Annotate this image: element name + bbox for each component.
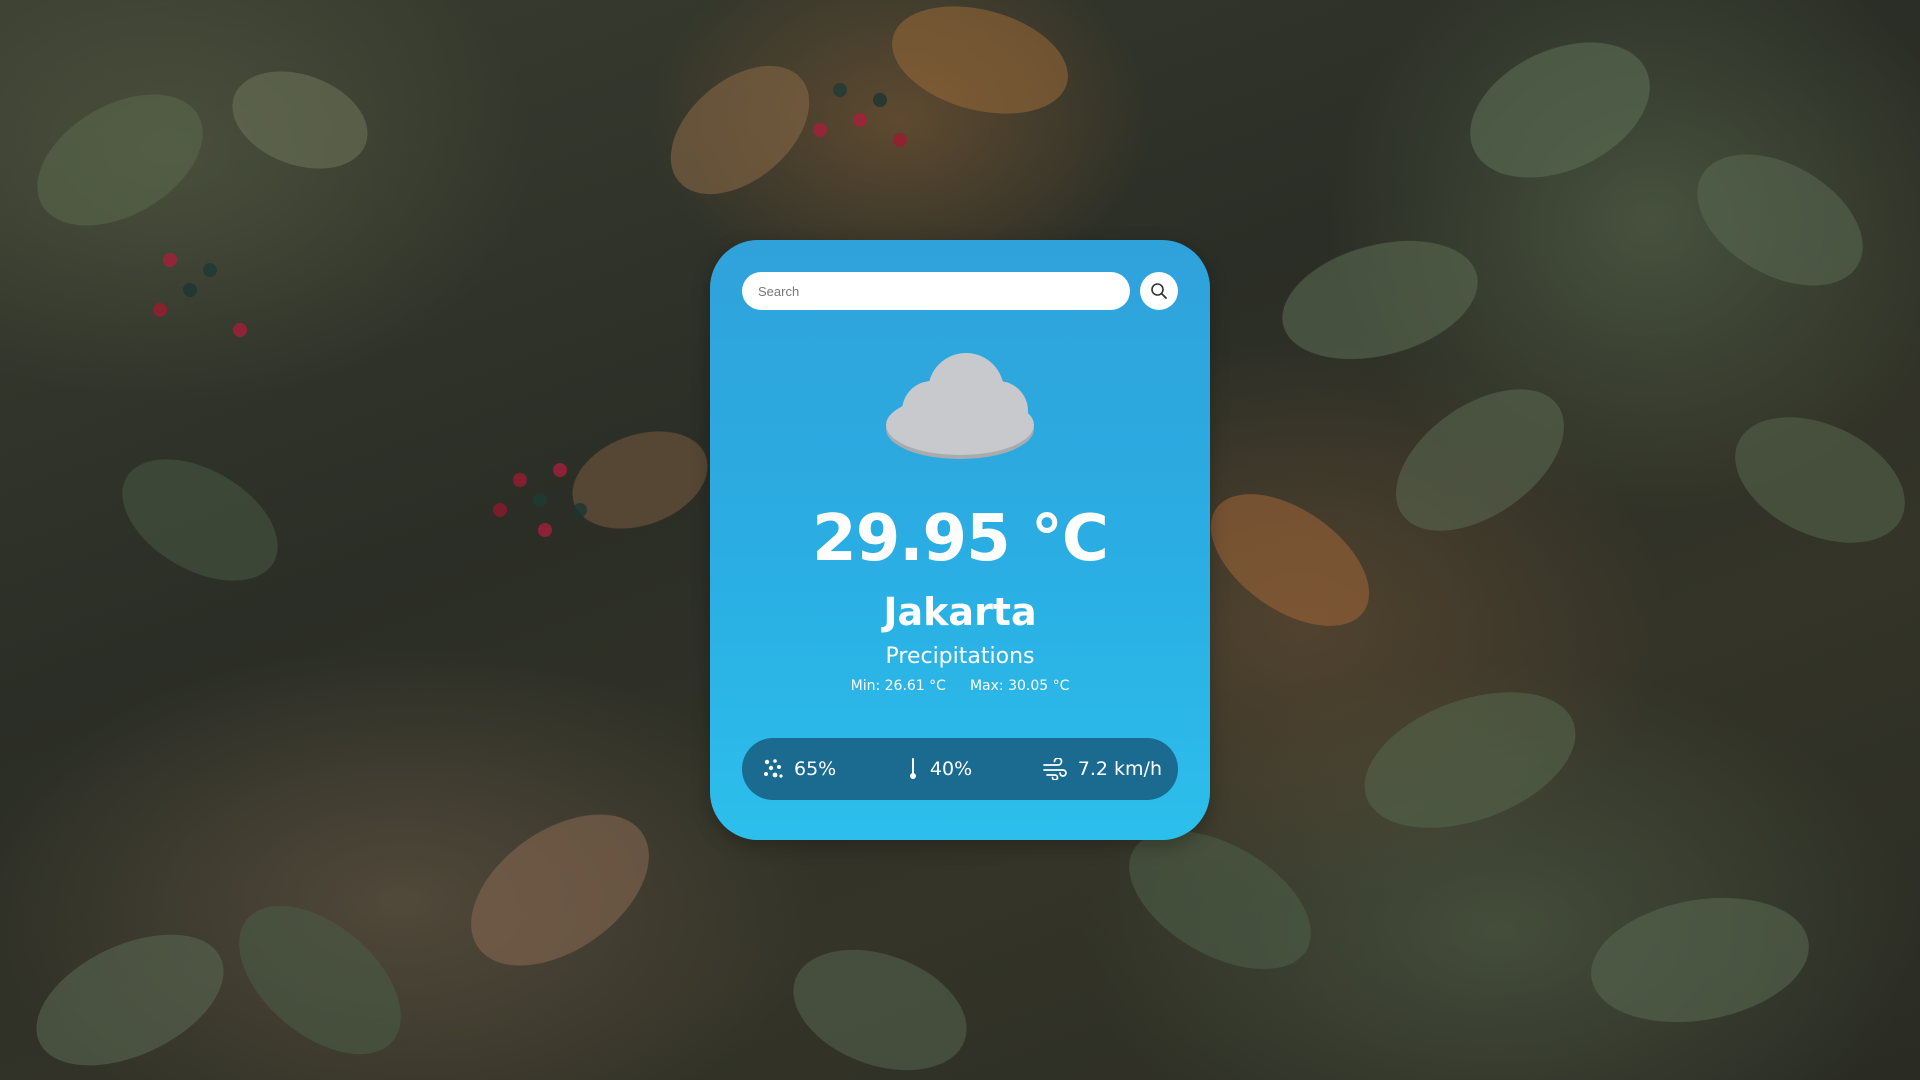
search-icon xyxy=(1151,283,1167,299)
max-temperature: Max: 30.05 °C xyxy=(969,678,1070,694)
wind-icon xyxy=(1042,758,1067,780)
min-max-temperature: Min: 26.61 °C Max: 30.05 °C xyxy=(710,678,1210,694)
min-temperature: Min: 26.61 °C xyxy=(850,678,946,694)
humidity-stat: 65% xyxy=(762,758,836,780)
humidity-value: 65% xyxy=(794,758,837,780)
pressure-stat: 40% xyxy=(906,757,972,781)
weather-condition: Precipitations xyxy=(885,644,1035,669)
search-button[interactable] xyxy=(1140,272,1178,310)
search-bar xyxy=(742,272,1178,310)
search-input[interactable] xyxy=(742,272,1130,310)
pressure-value: 40% xyxy=(929,758,973,780)
city-name: Jakarta xyxy=(883,590,1037,634)
temperature: 29.95 °C xyxy=(812,502,1109,576)
cloud-icon xyxy=(886,353,1034,459)
humidity-icon xyxy=(764,759,783,778)
wind-value: 7.2 km/h xyxy=(1077,758,1162,780)
wind-stat: 7.2 km/h xyxy=(1042,758,1162,780)
thermometer-icon xyxy=(909,758,916,779)
weather-card: 29.95 °C Jakarta Precipitations Min: 26.… xyxy=(710,240,1210,840)
stats-bar: 65% 40% 7.2 km/h xyxy=(742,738,1178,800)
